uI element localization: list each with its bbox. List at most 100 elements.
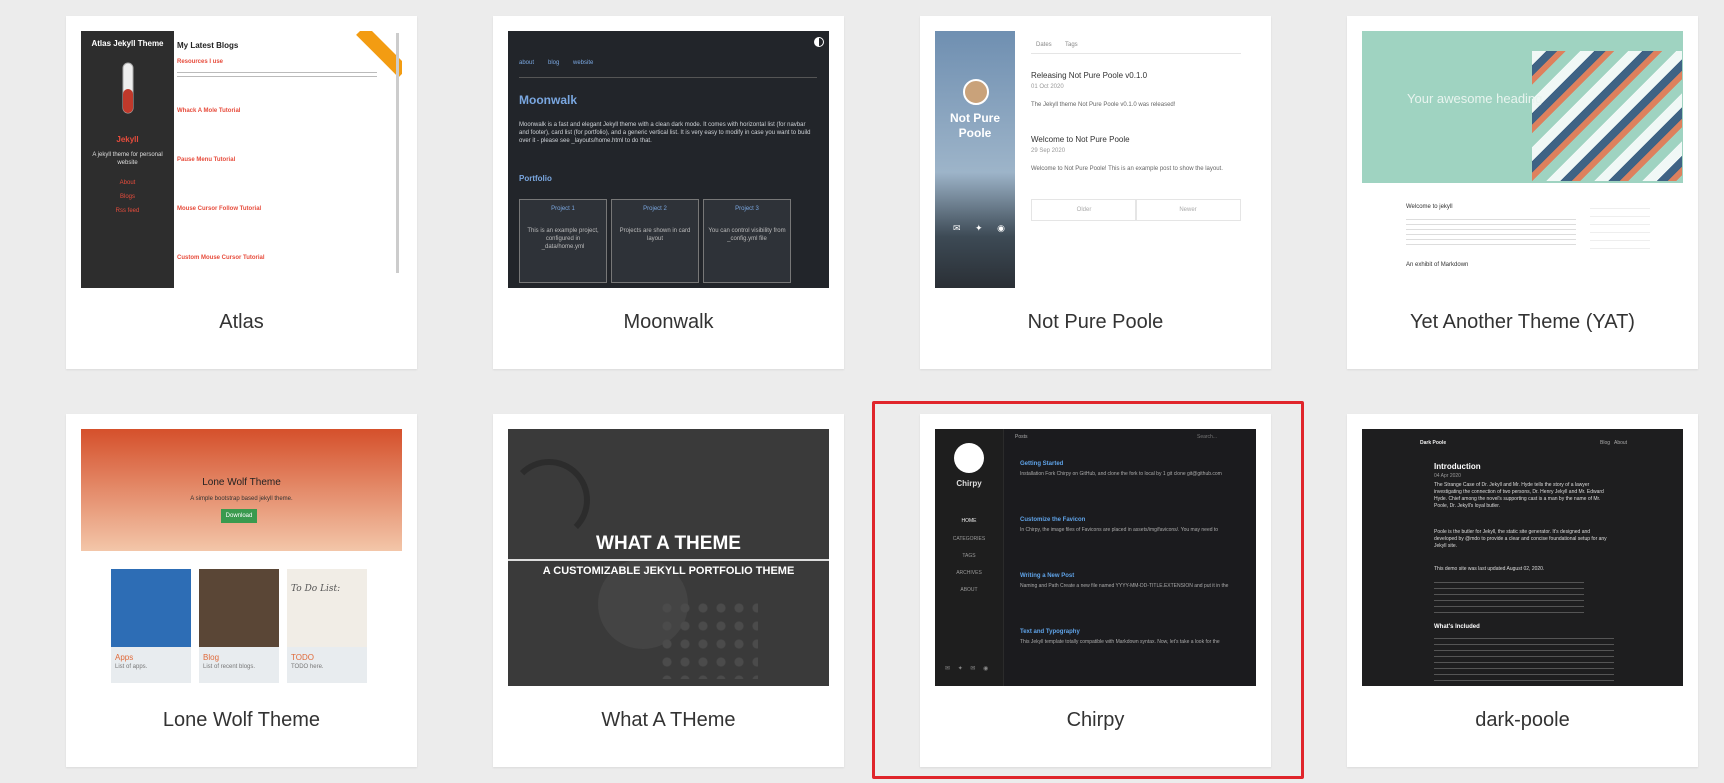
chirpy-post-4-title[interactable]: Text and Typography xyxy=(1020,628,1080,636)
theme-card-yat[interactable]: Your awesome heading Welcome to jekyll A… xyxy=(1347,16,1698,369)
theme-thumbnail-atlas: Atlas Jekyll Theme Jekyll A jekyll theme… xyxy=(81,31,402,288)
yat-post-1[interactable]: Welcome to jekyll xyxy=(1406,203,1453,211)
lonewolf-card-apps-desc: List of apps. xyxy=(115,664,148,670)
project-card-3-desc: You can control visibility from _config.… xyxy=(708,228,786,242)
theme-title-dark-poole[interactable]: dark-poole xyxy=(1347,709,1698,732)
moonwalk-nav-website[interactable]: website xyxy=(573,59,593,67)
chirpy-nav-home[interactable]: HOME xyxy=(935,517,1003,525)
theme-title-chirpy[interactable]: Chirpy xyxy=(920,709,1271,732)
atlas-post-2[interactable]: Whack A Mole Tutorial xyxy=(177,107,240,115)
theme-card-not-pure-poole[interactable]: Not Pure Poole ✉ ✦ ◉ Dates Tags Releasin… xyxy=(920,16,1271,369)
project-card-3-name: Project 3 xyxy=(735,206,759,212)
notpure-tabs-divider xyxy=(1031,53,1241,54)
theme-card-dark-poole[interactable]: Dark Poole Blog About Introduction 04 Ap… xyxy=(1347,414,1698,767)
theme-title-yat[interactable]: Yet Another Theme (YAT) xyxy=(1347,311,1698,334)
chirpy-nav-tags[interactable]: TAGS xyxy=(935,552,1003,560)
theme-card-chirpy[interactable]: Chirpy HOME CATEGORIES TAGS ARCHIVES ABO… xyxy=(920,414,1271,767)
chirpy-nav-about[interactable]: ABOUT xyxy=(935,586,1003,594)
theme-thumbnail-yat: Your awesome heading Welcome to jekyll A… xyxy=(1362,31,1683,288)
yat-post-2[interactable]: An exhibit of Markdown xyxy=(1406,261,1468,269)
lonewolf-download-button[interactable]: Download xyxy=(221,509,257,523)
moonwalk-nav-about[interactable]: about xyxy=(519,59,534,67)
blog-image xyxy=(199,569,279,647)
project-card-2[interactable]: Project 2 Projects are shown in card lay… xyxy=(611,199,699,283)
lonewolf-title: Lone Wolf Theme xyxy=(202,477,281,488)
atlas-nav-about[interactable]: About xyxy=(81,179,174,187)
chirpy-nav-categories[interactable]: CATEGORIES xyxy=(935,535,1003,543)
darkpoole-included-lines xyxy=(1434,633,1614,683)
chirpy-post-1-excerpt: Installation Fork Chirpy on GitHub, and … xyxy=(1020,471,1222,477)
todo-note: To Do List: xyxy=(291,584,341,594)
darkpoole-para-1: The Strange Case of Dr. Jekyll and Mr. H… xyxy=(1434,482,1604,509)
chirpy-nav-archives[interactable]: ARCHIVES xyxy=(935,569,1003,577)
atlas-scrollbar[interactable] xyxy=(396,33,399,273)
chirpy-social-icons: ✉ ✦ ✉ ◉ xyxy=(945,666,992,672)
decor-dots xyxy=(658,599,758,679)
yat-post-lines xyxy=(1406,215,1576,245)
theme-title-what-a-theme[interactable]: What A THeme xyxy=(493,709,844,732)
theme-card-lone-wolf[interactable]: Lone Wolf Theme A simple bootstrap based… xyxy=(66,414,417,767)
darkpoole-updated: This demo site was last updated August 0… xyxy=(1434,566,1545,572)
atlas-sidebar-title: Atlas Jekyll Theme xyxy=(91,39,164,48)
notpure-post-2-date: 29 Sep 2020 xyxy=(1031,148,1066,154)
notpure-tab-tags[interactable]: Tags xyxy=(1065,41,1078,49)
yat-hero-illustration xyxy=(1532,51,1682,181)
theme-title-moonwalk[interactable]: Moonwalk xyxy=(493,311,844,334)
moon-icon[interactable] xyxy=(814,37,824,47)
notpure-pager-older[interactable]: Older xyxy=(1031,199,1137,221)
what-a-theme-rule xyxy=(508,559,829,561)
notpure-post-1-title[interactable]: Releasing Not Pure Poole v0.1.0 xyxy=(1031,71,1147,81)
atlas-nav-rss[interactable]: Rss feed xyxy=(81,207,174,215)
project-card-3[interactable]: Project 3 You can control visibility fro… xyxy=(703,199,791,283)
atlas-post-1[interactable]: Resources I use xyxy=(177,58,223,66)
atlas-post-3[interactable]: Pause Menu Tutorial xyxy=(177,156,235,164)
chirpy-post-3-excerpt: Naming and Path Create a new file named … xyxy=(1020,583,1229,589)
atlas-post-4[interactable]: Mouse Cursor Follow Tutorial xyxy=(177,205,261,213)
notpure-post-1-excerpt: The Jekyll theme Not Pure Poole v0.1.0 w… xyxy=(1031,102,1176,108)
darkpoole-para-2: Poole is the butler for Jekyll, the stat… xyxy=(1434,529,1607,549)
chirpy-search[interactable]: Search... xyxy=(1197,433,1217,441)
lonewolf-card-blog[interactable]: Blog List of recent blogs. xyxy=(199,569,279,683)
theme-title-atlas[interactable]: Atlas xyxy=(66,311,417,334)
project-card-1[interactable]: Project 1 This is an example project, co… xyxy=(519,199,607,283)
what-a-theme-subtitle: A CUSTOMIZABLE JEKYLL PORTFOLIO THEME xyxy=(542,565,795,577)
theme-thumbnail-moonwalk: about blog website Moonwalk Moonwalk is … xyxy=(508,31,829,288)
yat-sidebar-tags xyxy=(1590,201,1650,251)
chirpy-post-1-title[interactable]: Getting Started xyxy=(1020,460,1063,468)
darkpoole-heading: Introduction xyxy=(1434,462,1481,471)
chirpy-post-2-title[interactable]: Customize the Favicon xyxy=(1020,516,1085,524)
yat-hero-heading: Your awesome heading xyxy=(1407,91,1543,106)
atlas-brand: Jekyll xyxy=(116,135,139,144)
theme-thumbnail-not-pure-poole: Not Pure Poole ✉ ✦ ◉ Dates Tags Releasin… xyxy=(935,31,1256,288)
lonewolf-card-apps-name: Apps xyxy=(115,653,134,662)
theme-card-moonwalk[interactable]: about blog website Moonwalk Moonwalk is … xyxy=(493,16,844,369)
test-tube-icon xyxy=(111,61,145,126)
chirpy-post-3-title[interactable]: Writing a New Post xyxy=(1020,572,1074,580)
theme-title-not-pure-poole[interactable]: Not Pure Poole xyxy=(920,311,1271,334)
darkpoole-brand[interactable]: Dark Poole xyxy=(1420,439,1446,447)
darkpoole-list-lines xyxy=(1434,577,1584,617)
lonewolf-subtitle: A simple bootstrap based jekyll theme. xyxy=(190,496,293,502)
notpure-tab-dates[interactable]: Dates xyxy=(1036,41,1052,49)
lonewolf-card-apps[interactable]: Apps List of apps. xyxy=(111,569,191,683)
theme-card-atlas[interactable]: Atlas Jekyll Theme Jekyll A jekyll theme… xyxy=(66,16,417,369)
chirpy-name: Chirpy xyxy=(956,479,982,488)
atlas-post-excerpt xyxy=(177,69,377,79)
theme-title-lone-wolf[interactable]: Lone Wolf Theme xyxy=(66,709,417,732)
moonwalk-nav-blog[interactable]: blog xyxy=(548,59,559,67)
theme-card-what-a-theme[interactable]: WHAT A THEME A CUSTOMIZABLE JEKYLL PORTF… xyxy=(493,414,844,767)
notpure-site-name: Not Pure Poole xyxy=(949,111,1000,140)
darkpoole-nav-about[interactable]: About xyxy=(1614,439,1627,447)
theme-thumbnail-what-a-theme: WHAT A THEME A CUSTOMIZABLE JEKYLL PORTF… xyxy=(508,429,829,686)
project-card-2-name: Project 2 xyxy=(643,206,667,212)
darkpoole-nav-blog[interactable]: Blog xyxy=(1600,439,1610,447)
atlas-nav-blogs[interactable]: Blogs xyxy=(81,193,174,201)
darkpoole-date: 04 Apr 2020 xyxy=(1434,473,1461,479)
notpure-post-1-date: 01 Oct 2020 xyxy=(1031,84,1064,90)
notpure-post-2-title[interactable]: Welcome to Not Pure Poole xyxy=(1031,135,1130,145)
atlas-post-5[interactable]: Custom Mouse Cursor Tutorial xyxy=(177,254,265,262)
moonwalk-portfolio-heading: Portfolio xyxy=(519,174,552,183)
lonewolf-card-todo[interactable]: To Do List: TODO TODO here. xyxy=(287,569,367,683)
lonewolf-hero xyxy=(81,429,402,551)
notpure-pager-newer[interactable]: Newer xyxy=(1135,199,1241,221)
